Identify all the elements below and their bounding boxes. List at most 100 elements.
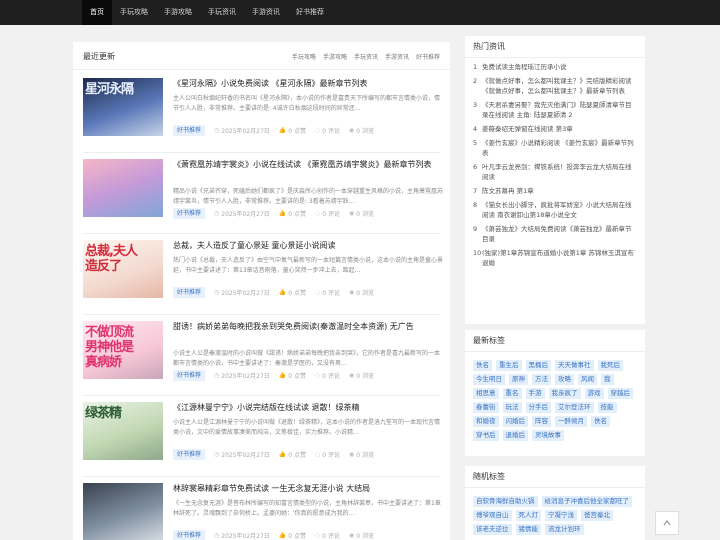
article-title[interactable]: 甜诱！病娇弟弟每晚把我亲到哭免费阅读(秦澈温时全本资源) 无广告 [173, 321, 443, 333]
hot-news-item[interactable]: 8 《猫女长出小脚牙，疯批将军娇宠》小说大结局在线阅读 南衣谢卸山第18章小说全文 [473, 200, 637, 220]
tag-link[interactable]: 猪情能 [515, 524, 541, 535]
nav-item-mobile-news[interactable]: 手游资讯 [244, 0, 288, 25]
tag-link[interactable]: 给消息子冲喜后他全家都旺了 [541, 496, 632, 507]
tag-link[interactable]: 穿越后 [607, 388, 633, 399]
tag-link[interactable]: 技能 [597, 402, 617, 413]
tag-link[interactable]: 分手后 [525, 402, 551, 413]
comments[interactable]: ◌ 0 评论 [315, 371, 340, 380]
tag-link[interactable]: 今生明日 [473, 374, 505, 385]
likes[interactable]: 👍 0 点赞 [279, 531, 306, 540]
article-title[interactable]: 《萧霓凰苏靖宇裳炎》小说在线试读 《萧霓凰苏靖宇裳炎》最新章节列表 [173, 159, 443, 171]
tag-link[interactable]: 黑桶后 [525, 360, 551, 371]
tag-link[interactable]: 我死后 [597, 360, 623, 371]
comments[interactable]: ◌ 0 评论 [315, 209, 340, 218]
hot-news-item[interactable]: 4 姜薇秦绍无弹窗在线阅读 第3章 [473, 124, 637, 134]
tag-link[interactable]: 重生后 [496, 360, 522, 371]
tag-link[interactable]: 重名 [502, 388, 522, 399]
nav-item-hand-news[interactable]: 手玩资讯 [200, 0, 244, 25]
category-badge[interactable]: 好书推荐 [173, 530, 206, 540]
tag-link[interactable]: 我亲疯了 [548, 388, 581, 399]
article-item: 林辞裳皋精彩章节免费试读 一生无念复无涯小说 大结局 《一生无念复无涯》是菩布林所… [83, 483, 443, 540]
article-thumbnail[interactable]: 绿茶精 [83, 402, 163, 460]
article-item: 总裁,夫人 造反了 总裁，夫人造反了童心景延 童心景延小说阅读 热门小说《总裁，夫人… [83, 240, 443, 314]
article-title[interactable]: 《星河永隔》小说免费阅读 《星河永隔》最新章节列表 [173, 78, 443, 90]
tag-link[interactable]: 佚名 [591, 416, 610, 427]
tag-link[interactable]: 游戏 [584, 388, 604, 399]
tab-mobile-news[interactable]: 手游资讯 [385, 52, 409, 61]
category-badge[interactable]: 好书推荐 [173, 287, 206, 298]
tab-hand-news[interactable]: 手玩资讯 [354, 52, 378, 61]
article-thumbnail[interactable]: 总裁,夫人 造反了 [83, 240, 163, 298]
tag-link[interactable]: 玩法 [502, 402, 522, 413]
comments[interactable]: ◌ 0 评论 [315, 450, 340, 459]
nav-item-mobile-guides[interactable]: 手游攻略 [156, 0, 200, 25]
tag-link[interactable]: 自软骨海鲜自助火锅 [473, 496, 538, 507]
tag-link[interactable]: 佚名 [473, 360, 492, 371]
category-badge[interactable]: 好书推荐 [173, 370, 206, 381]
comments[interactable]: ◌ 0 评论 [315, 288, 340, 297]
likes[interactable]: 👍 0 点赞 [279, 288, 306, 297]
likes[interactable]: 👍 0 点赞 [279, 209, 306, 218]
hot-news-item[interactable]: 10 (独家)第1章苏锦宣布道婚小说第1章 苏锦林玉淇宣布退婚 [473, 248, 637, 268]
category-badge[interactable]: 好书推荐 [173, 208, 206, 219]
article-title[interactable]: 总裁，夫人造反了童心景延 童心景延小说阅读 [173, 240, 443, 252]
comments[interactable]: ◌ 0 评论 [315, 126, 340, 135]
article-thumbnail[interactable]: 星河永隔 [83, 78, 163, 136]
hot-news-item[interactable]: 3 《天君杀妻另娶？我先灭他满门》陆瑟夏師清章节目录在线阅读 主角: 陆瑟夏師清 … [473, 100, 637, 120]
article-thumbnail[interactable] [83, 159, 163, 217]
tag-link[interactable]: 阵容 [532, 416, 551, 427]
hot-news-rank: 7 [473, 187, 478, 195]
hot-news-item[interactable]: 2 《就做点好事，怎么都叫我课主？》完结版精彩阅读 《就做点好事，怎么都叫我课主？… [473, 76, 637, 96]
tag-link[interactable]: 春蕾街 [473, 402, 499, 413]
tag-link[interactable]: 天天做事社 [555, 360, 594, 371]
tag-link[interactable]: 艾尔登法环 [555, 402, 594, 413]
nav-item-book-recs[interactable]: 好书推荐 [288, 0, 332, 25]
likes[interactable]: 👍 0 点赞 [279, 371, 306, 380]
views-text: 0 浏览 [356, 290, 374, 297]
tag-link[interactable]: 相思意 [473, 388, 499, 399]
tag-link[interactable]: 闪婚后 [502, 416, 528, 427]
category-badge[interactable]: 好书推荐 [173, 449, 206, 460]
tab-book-recs[interactable]: 好书推荐 [416, 52, 440, 61]
back-to-top-button[interactable] [655, 511, 679, 535]
tag-link[interactable]: 死人灯 [515, 510, 541, 521]
tag-link[interactable]: 攻略 [555, 374, 574, 385]
hot-news-item[interactable]: 1 免费试读主角程瑶江历承小说 [473, 62, 637, 72]
tag-link[interactable]: 和婚夜 [473, 416, 499, 427]
tag-link[interactable]: 宁凝宁浅 [545, 510, 577, 521]
tag-link[interactable]: 爸宫秦北 [581, 510, 613, 521]
tag-link[interactable]: 流龙计划环 [545, 524, 584, 535]
nav-item-home[interactable]: 首页 [82, 0, 112, 25]
tag-link[interactable]: 一醉倾月 [555, 416, 587, 427]
hot-news-item[interactable]: 9 《萧芸独龙》大结局免费阅读《萧芸独龙》最新章节目录 [473, 224, 637, 244]
category-badge[interactable]: 好书推荐 [173, 125, 206, 136]
tag-link[interactable]: 该老夫逆位 [473, 524, 512, 535]
hot-news-item[interactable]: 5 《姜竹玄宸》小说精彩阅读 《姜竹玄宸》最新章节列表 [473, 138, 637, 158]
article-thumbnail[interactable] [83, 483, 163, 540]
article-title[interactable]: 林辞裳皋精彩章节免费试读 一生无念复无涯小说 大结局 [173, 483, 443, 495]
tag-link[interactable]: 退婚后 [502, 430, 528, 441]
tag-link[interactable]: 原神 [509, 374, 528, 385]
likes[interactable]: 👍 0 点赞 [279, 126, 306, 135]
hot-news-text: 《姜竹玄宸》小说精彩阅读 《姜竹玄宸》最新章节列表 [482, 139, 634, 157]
tab-mobile-guides[interactable]: 手游攻略 [323, 52, 347, 61]
tag-link[interactable]: 穿书后 [473, 430, 499, 441]
nav-item-hand-guides[interactable]: 手玩攻略 [112, 0, 156, 25]
article-divider [83, 314, 440, 315]
hot-news-item[interactable]: 7 陈文苏慕冉 第1章 [473, 186, 637, 196]
tag-link[interactable]: 傅爷观自山 [473, 510, 512, 521]
tab-hand-guides[interactable]: 手玩攻略 [292, 52, 316, 61]
random-tags-panel: 随机标签 自软骨海鲜自助火锅 给消息子冲喜后他全家都旺了 傅爷观自山 死人灯 宁凝宁浅爸… [465, 466, 645, 540]
tag-link[interactable]: 手游 [525, 388, 545, 399]
article-title[interactable]: 《江源林曼宁宁》小说完结版在线试读 退散！绿茶精 [173, 402, 443, 414]
article-meta: 好书推荐 ◷ 2025年02月27日 👍 0 点赞 ◌ 0 评论 ◉ 0 浏览 [173, 287, 374, 298]
hot-news-item[interactable]: 6 叶凡李云龙亮剑：撵铁系统！投奔李云龙大结局在线阅读 [473, 162, 637, 182]
likes[interactable]: 👍 0 点赞 [279, 450, 306, 459]
tag-link[interactable]: 灵境故事 [532, 430, 564, 441]
tag-link[interactable]: 我 [601, 374, 614, 385]
article-thumbnail[interactable]: 不做顶流 男神他是 真病娇 [83, 321, 163, 379]
tag-link[interactable]: 方法 [532, 374, 551, 385]
eye-icon: ◉ [349, 372, 355, 379]
comments[interactable]: ◌ 0 评论 [315, 531, 340, 540]
tag-link[interactable]: 风闻 [578, 374, 597, 385]
